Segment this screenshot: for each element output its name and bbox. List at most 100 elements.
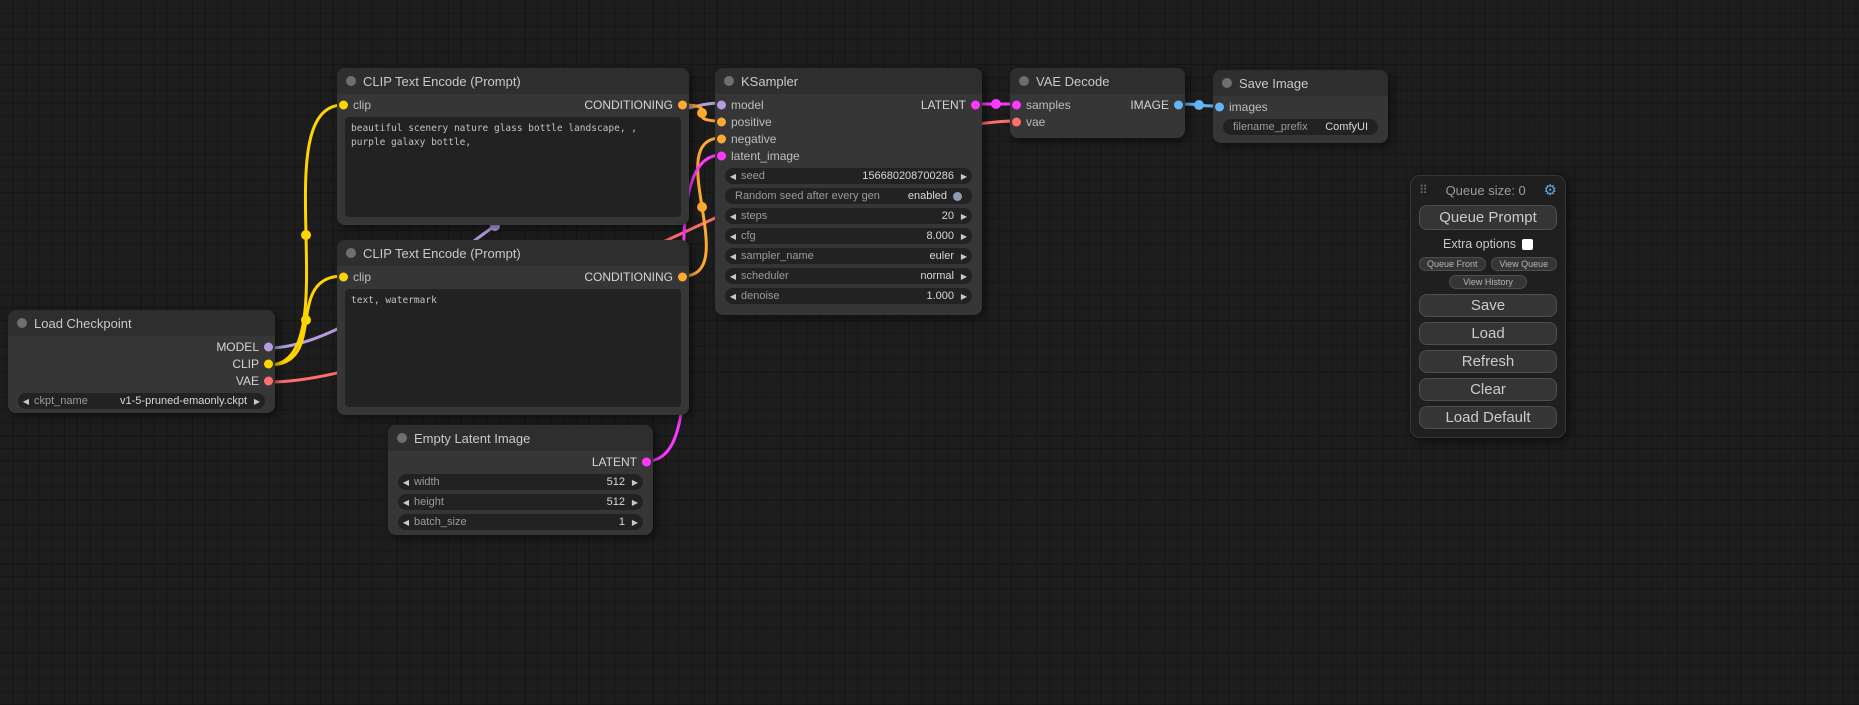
node-title-bar[interactable]: CLIP Text Encode (Prompt) — [337, 240, 689, 266]
increment-icon[interactable] — [956, 292, 972, 301]
slot-clip-output[interactable] — [264, 359, 273, 368]
widget-steps[interactable]: steps 20 — [725, 208, 972, 224]
view-queue-button[interactable]: View Queue — [1491, 257, 1558, 271]
widget-seed[interactable]: seed 156680208700286 — [725, 168, 972, 184]
increment-icon[interactable] — [627, 478, 643, 487]
positive-prompt-input[interactable]: beautiful scenery nature glass bottle la… — [345, 117, 681, 217]
slot-image-output[interactable] — [1174, 100, 1183, 109]
node-title-bar[interactable]: VAE Decode — [1010, 68, 1185, 94]
decrement-icon[interactable] — [398, 518, 414, 527]
decrement-icon[interactable] — [725, 212, 741, 221]
slot-model-input[interactable] — [717, 100, 726, 109]
next-value-icon[interactable] — [956, 252, 972, 261]
save-button[interactable]: Save — [1419, 294, 1557, 317]
next-value-icon[interactable] — [956, 272, 972, 281]
increment-icon[interactable] — [627, 518, 643, 527]
slot-clip-input[interactable] — [339, 272, 348, 281]
increment-icon[interactable] — [956, 172, 972, 181]
collapse-toggle-icon[interactable] — [1222, 78, 1232, 88]
queue-size-label: Queue size: 0 — [1428, 183, 1544, 198]
node-save-image[interactable]: Save Image images filename_prefix ComfyU… — [1213, 70, 1388, 143]
widget-sampler-name[interactable]: sampler_name euler — [725, 248, 972, 264]
decrement-icon[interactable] — [725, 232, 741, 241]
output-row-model: MODEL — [8, 338, 275, 355]
node-title: Load Checkpoint — [34, 316, 132, 331]
queue-prompt-button[interactable]: Queue Prompt — [1419, 205, 1557, 230]
load-default-button[interactable]: Load Default — [1419, 406, 1557, 429]
prev-value-icon[interactable] — [725, 272, 741, 281]
decrement-icon[interactable] — [398, 478, 414, 487]
output-row-clip: CLIP — [8, 355, 275, 372]
widget-scheduler[interactable]: scheduler normal — [725, 268, 972, 284]
prev-value-icon[interactable] — [18, 397, 34, 406]
node-clip-text-encode-positive[interactable]: CLIP Text Encode (Prompt) clip CONDITION… — [337, 68, 689, 225]
settings-gear-icon[interactable]: ⚙ — [1544, 181, 1557, 199]
node-title-bar[interactable]: Save Image — [1213, 70, 1388, 96]
decrement-icon[interactable] — [398, 498, 414, 507]
slot-positive-input[interactable] — [717, 117, 726, 126]
slot-vae-input[interactable] — [1012, 117, 1021, 126]
node-title-bar[interactable]: Empty Latent Image — [388, 425, 653, 451]
load-button[interactable]: Load — [1419, 322, 1557, 345]
clear-button[interactable]: Clear — [1419, 378, 1557, 401]
slot-latent-image-input[interactable] — [717, 151, 726, 160]
slot-images-input[interactable] — [1215, 102, 1224, 111]
node-title-bar[interactable]: KSampler — [715, 68, 982, 94]
node-clip-text-encode-negative[interactable]: CLIP Text Encode (Prompt) clip CONDITION… — [337, 240, 689, 415]
widget-height[interactable]: height 512 — [398, 494, 643, 510]
refresh-button[interactable]: Refresh — [1419, 350, 1557, 373]
queue-front-button[interactable]: Queue Front — [1419, 257, 1486, 271]
slot-model-output[interactable] — [264, 342, 273, 351]
increment-icon[interactable] — [956, 232, 972, 241]
slot-row-model: model LATENT — [715, 96, 982, 113]
view-history-button[interactable]: View History — [1449, 275, 1527, 289]
widget-ckpt-name[interactable]: ckpt_name v1-5-pruned-emaonly.ckpt — [18, 393, 265, 409]
collapse-toggle-icon[interactable] — [346, 76, 356, 86]
widget-filename-prefix[interactable]: filename_prefix ComfyUI — [1223, 119, 1378, 135]
widget-denoise[interactable]: denoise 1.000 — [725, 288, 972, 304]
extra-options-checkbox[interactable] — [1522, 239, 1533, 250]
increment-icon[interactable] — [956, 212, 972, 221]
slot-negative-input[interactable] — [717, 134, 726, 143]
slot-conditioning-output[interactable] — [678, 272, 687, 281]
node-empty-latent-image[interactable]: Empty Latent Image LATENT width 512 heig… — [388, 425, 653, 535]
node-graph-canvas[interactable]: Load Checkpoint MODEL CLIP VAE ckpt_name… — [0, 0, 1859, 705]
wire-dot-conditioning-positive — [697, 108, 707, 118]
widget-width[interactable]: width 512 — [398, 474, 643, 490]
node-title-bar[interactable]: CLIP Text Encode (Prompt) — [337, 68, 689, 94]
collapse-toggle-icon[interactable] — [724, 76, 734, 86]
slot-row-images: images — [1213, 98, 1388, 115]
slot-row: clip CONDITIONING — [337, 268, 689, 285]
node-vae-decode[interactable]: VAE Decode samples IMAGE vae — [1010, 68, 1185, 138]
negative-prompt-input[interactable]: text, watermark — [345, 289, 681, 407]
node-title-bar[interactable]: Load Checkpoint — [8, 310, 275, 336]
increment-icon[interactable] — [627, 498, 643, 507]
widget-random-seed-toggle[interactable]: Random seed after every gen enabled — [725, 188, 972, 204]
wire-dot-clip-negative — [301, 315, 311, 325]
slot-latent-output[interactable] — [642, 457, 651, 466]
slot-vae-output[interactable] — [264, 376, 273, 385]
wire-dot-image — [1194, 100, 1204, 110]
node-load-checkpoint[interactable]: Load Checkpoint MODEL CLIP VAE ckpt_name… — [8, 310, 275, 413]
collapse-toggle-icon[interactable] — [17, 318, 27, 328]
decrement-icon[interactable] — [725, 292, 741, 301]
next-value-icon[interactable] — [249, 397, 265, 406]
drag-handle-icon[interactable]: ⠿ — [1419, 183, 1428, 197]
prev-value-icon[interactable] — [725, 252, 741, 261]
widget-batch-size[interactable]: batch_size 1 — [398, 514, 643, 530]
slot-latent-output[interactable] — [971, 100, 980, 109]
decrement-icon[interactable] — [725, 172, 741, 181]
queue-menu-panel: ⠿ Queue size: 0 ⚙ Queue Prompt Extra opt… — [1410, 175, 1566, 438]
collapse-toggle-icon[interactable] — [346, 248, 356, 258]
slot-conditioning-output[interactable] — [678, 100, 687, 109]
slot-samples-input[interactable] — [1012, 100, 1021, 109]
collapse-toggle-icon[interactable] — [397, 433, 407, 443]
wire-dot-clip-positive — [301, 230, 311, 240]
toggle-indicator-icon[interactable] — [953, 192, 962, 201]
widget-cfg[interactable]: cfg 8.000 — [725, 228, 972, 244]
slot-clip-input[interactable] — [339, 100, 348, 109]
node-title: VAE Decode — [1036, 74, 1109, 89]
node-ksampler[interactable]: KSampler model LATENT positive negative … — [715, 68, 982, 315]
slot-row-latent-image: latent_image — [715, 147, 982, 164]
collapse-toggle-icon[interactable] — [1019, 76, 1029, 86]
